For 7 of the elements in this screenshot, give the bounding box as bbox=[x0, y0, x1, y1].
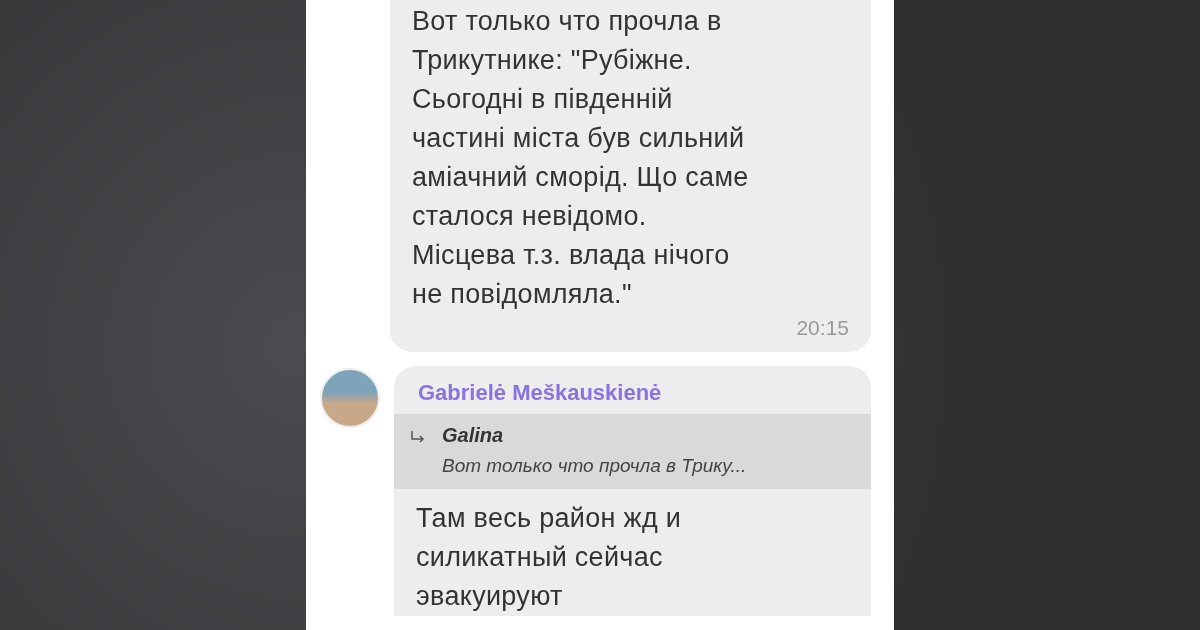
quote-author: Galina bbox=[442, 424, 505, 447]
message-text: Вот только что прочла в Трикутнике: "Рубіжне. Сьогодні в південній частині міста був сильний аміачний сморід. Що саме сталося невідомо. Місцева т.з. влада нічого не повідомляла." bbox=[411, 5, 750, 311]
reply-arrow-icon bbox=[410, 430, 426, 444]
message-text: Там весь район жд и силикатный сейчас эвакуируют bbox=[415, 502, 683, 613]
message-time: 20:15 bbox=[796, 316, 849, 340]
quoted-message[interactable]: Galina Вот только что прочла в Трику... bbox=[394, 414, 871, 489]
quote-text: Вот только что прочла в Трику... bbox=[442, 455, 747, 477]
